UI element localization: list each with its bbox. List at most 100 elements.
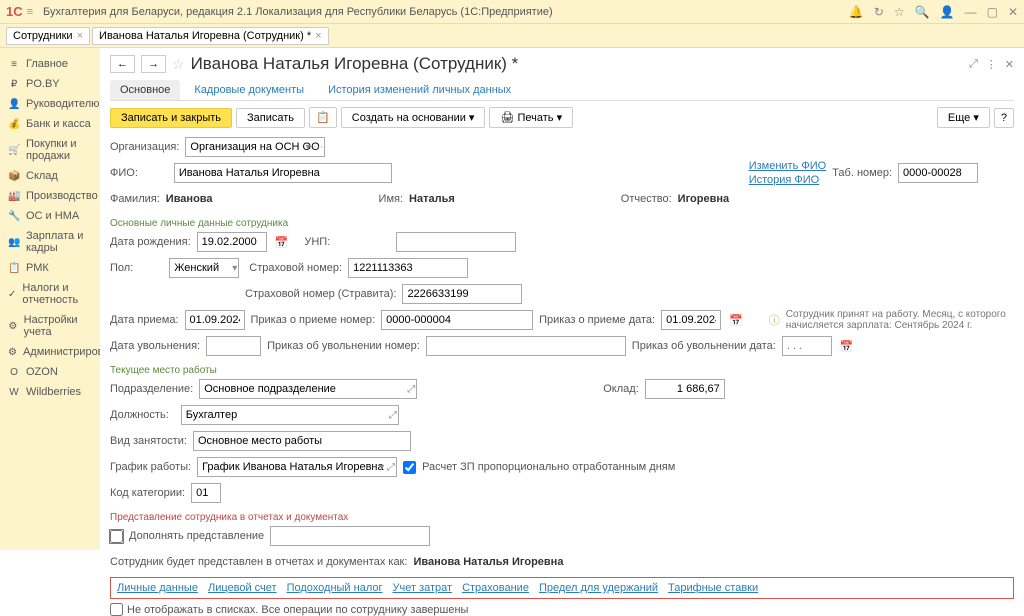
repr-input[interactable] xyxy=(270,526,430,546)
org-label: Организация: xyxy=(110,141,179,153)
ins-input[interactable] xyxy=(348,258,468,278)
bell-icon[interactable]: 🔔 xyxy=(849,5,864,19)
sidebar-item-11[interactable]: ⚙Настройки учета xyxy=(4,310,96,342)
sidebar-icon: ✓ xyxy=(8,289,16,300)
sidebar-item-7[interactable]: 🔧ОС и НМА xyxy=(4,206,96,226)
sidebar-label: Склад xyxy=(26,170,58,182)
fio-input[interactable] xyxy=(174,163,392,183)
fire-date-input[interactable] xyxy=(206,336,261,356)
create-based-button[interactable]: Создать на основании ▾ xyxy=(341,107,486,128)
sidebar-item-2[interactable]: 👤Руководителю xyxy=(4,94,96,114)
user-icon[interactable]: 👤 xyxy=(940,5,955,19)
hire-order-input[interactable] xyxy=(381,310,533,330)
max-icon[interactable]: ▢ xyxy=(987,5,998,19)
add-repr-label: Дополнять представление xyxy=(129,530,264,542)
dept-input[interactable] xyxy=(199,379,417,399)
sidebar-item-13[interactable]: OOZON xyxy=(4,362,96,382)
sidebar-icon: 🏭 xyxy=(8,191,20,202)
sidebar-item-9[interactable]: 📋РМК xyxy=(4,258,96,278)
fire-order-input[interactable] xyxy=(426,336,626,356)
sidebar-item-4[interactable]: 🛒Покупки и продажи xyxy=(4,134,96,166)
subtab-main[interactable]: Основное xyxy=(110,80,180,100)
sidebar-item-10[interactable]: ✓Налоги и отчетность xyxy=(4,278,96,310)
sidebar-item-8[interactable]: 👥Зарплата и кадры xyxy=(4,226,96,258)
expand-icon[interactable]: ⤢ xyxy=(969,58,978,71)
category-label: Код категории: xyxy=(110,487,185,499)
print-button[interactable]: 🖨 Печать ▾ xyxy=(489,107,573,128)
history-icon[interactable]: ↻ xyxy=(874,5,884,19)
options-icon[interactable]: ⋮ xyxy=(986,58,997,71)
info-note: Сотрудник принят на работу. Месяц, с кот… xyxy=(786,309,1014,331)
close-icon[interactable]: × xyxy=(77,30,83,42)
sidebar-icon: 📦 xyxy=(8,171,20,182)
salary-input[interactable] xyxy=(645,379,725,399)
section-personal: Основные личные данные сотрудника xyxy=(110,218,1014,229)
sidebar-item-6[interactable]: 🏭Производство xyxy=(4,186,96,206)
tabnum-input[interactable] xyxy=(898,163,978,183)
tab-employees[interactable]: Сотрудники × xyxy=(6,27,90,45)
open-icon[interactable]: ⤢ xyxy=(407,384,415,395)
bottom-link-4[interactable]: Страхование xyxy=(462,582,529,594)
sidebar-item-3[interactable]: 💰Банк и касса xyxy=(4,114,96,134)
sidebar-icon: 👥 xyxy=(8,237,20,248)
subtab-docs[interactable]: Кадровые документы xyxy=(184,80,314,100)
fill-button[interactable]: 📋 xyxy=(309,107,337,128)
back-button[interactable]: ← xyxy=(110,55,135,73)
open-icon[interactable]: ⤢ xyxy=(389,410,397,421)
calendar-icon[interactable]: 📅 xyxy=(840,340,854,353)
calendar-icon[interactable]: 📅 xyxy=(729,314,743,327)
save-close-button[interactable]: Записать и закрыть xyxy=(110,108,232,128)
menu-icon[interactable]: ≡ xyxy=(27,6,33,18)
forward-button[interactable]: → xyxy=(141,55,166,73)
sidebar-label: Главное xyxy=(26,58,68,70)
change-fio-link[interactable]: Изменить ФИО xyxy=(749,160,827,172)
favorite-icon[interactable]: ☆ xyxy=(172,56,185,73)
calc-prop-checkbox[interactable] xyxy=(403,461,416,474)
sidebar-label: ОС и НМА xyxy=(26,210,79,222)
employment-input[interactable] xyxy=(193,431,411,451)
save-button[interactable]: Записать xyxy=(236,108,305,128)
dropdown-icon[interactable]: ▾ ⤢ xyxy=(379,462,395,473)
history-fio-link[interactable]: История ФИО xyxy=(749,174,827,186)
sidebar-item-1[interactable]: ₽PO.BY xyxy=(4,74,96,94)
sidebar-item-0[interactable]: ≡Главное xyxy=(4,54,96,74)
more-button[interactable]: Еще ▾ xyxy=(937,107,990,128)
birth-input[interactable] xyxy=(197,232,267,252)
category-input[interactable] xyxy=(191,483,221,503)
star-icon[interactable]: ☆ xyxy=(894,5,905,19)
bottom-link-0[interactable]: Личные данные xyxy=(117,582,198,594)
close-icon[interactable]: ✕ xyxy=(1008,5,1018,19)
ins2-input[interactable] xyxy=(402,284,522,304)
hide-in-lists-checkbox[interactable] xyxy=(110,603,123,616)
sidebar-item-5[interactable]: 📦 Склад xyxy=(4,166,96,186)
fire-order-date-input[interactable] xyxy=(782,336,832,356)
unp-input[interactable] xyxy=(396,232,516,252)
add-repr-checkbox[interactable] xyxy=(110,530,123,543)
hire-order-label: Приказ о приеме номер: xyxy=(251,314,376,326)
calendar-icon[interactable]: 📅 xyxy=(275,236,289,249)
min-icon[interactable]: — xyxy=(965,5,977,19)
bottom-link-2[interactable]: Подоходный налог xyxy=(287,582,383,594)
org-input[interactable] xyxy=(185,137,325,157)
app-logo: 1C xyxy=(6,4,23,19)
search-icon[interactable]: 🔍 xyxy=(915,5,930,19)
sidebar-item-12[interactable]: ⚙Администрирование xyxy=(4,342,96,362)
sidebar-item-14[interactable]: WWildberries xyxy=(4,382,96,402)
schedule-input[interactable] xyxy=(197,457,397,477)
close-icon[interactable]: × xyxy=(315,30,321,42)
hire-date-input[interactable] xyxy=(185,310,245,330)
dropdown-icon[interactable]: ▾ ⋯ xyxy=(306,142,324,153)
tab-employee-card[interactable]: Иванова Наталья Игоревна (Сотрудник) * × xyxy=(92,27,329,45)
hire-order-date-input[interactable] xyxy=(661,310,721,330)
close-icon[interactable]: ✕ xyxy=(1005,58,1014,71)
dropdown-icon[interactable]: ▾ xyxy=(232,263,237,274)
position-input[interactable] xyxy=(181,405,399,425)
bottom-link-1[interactable]: Лицевой счет xyxy=(208,582,277,594)
bottom-link-5[interactable]: Предел для удержаний xyxy=(539,582,658,594)
bottom-link-6[interactable]: Тарифные ставки xyxy=(668,582,758,594)
help-button[interactable]: ? xyxy=(994,108,1014,128)
gender-input[interactable] xyxy=(169,258,239,278)
subtab-history[interactable]: История изменений личных данных xyxy=(318,80,521,100)
bottom-link-3[interactable]: Учет затрат xyxy=(393,582,453,594)
name-value: Наталья xyxy=(409,193,455,205)
